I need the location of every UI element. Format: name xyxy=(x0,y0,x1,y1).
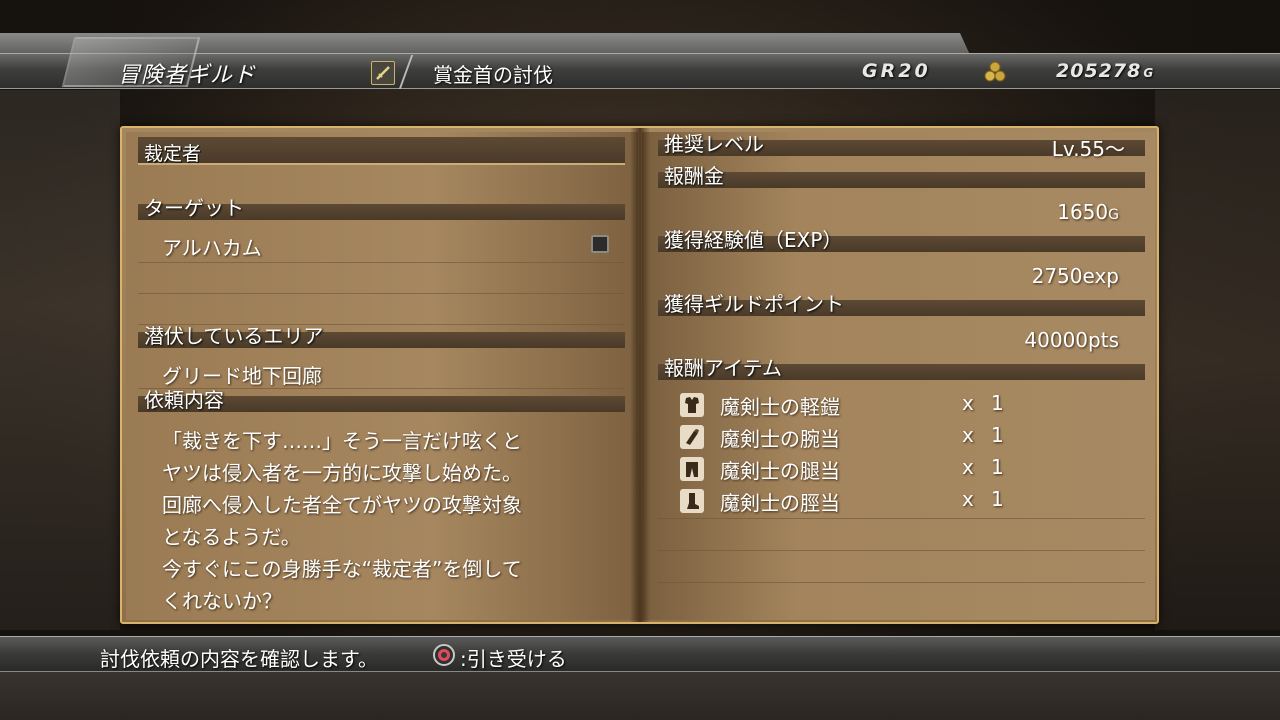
armor-icon xyxy=(680,393,704,417)
level-label: 推奨レベル xyxy=(664,132,764,156)
quest-book: 裁定者 ターゲット アルハカム 潜伏しているエリア グリード地下回廊 依頼内容 … xyxy=(120,126,1159,624)
help-message: 討伐依頼の内容を確認します。 xyxy=(100,647,378,671)
description-line: 「裁きを下す……」そう一言だけ呟くと xyxy=(162,429,522,453)
quest-name: 裁定者 xyxy=(138,137,625,165)
background-bookshelf-right xyxy=(1155,90,1280,630)
description-line: 回廊へ侵入した者全てがヤツの攻撃対象 xyxy=(162,493,522,517)
request-label: 依頼内容 xyxy=(144,388,224,412)
footer-bar: 討伐依頼の内容を確認します。 :引き受ける xyxy=(0,636,1280,672)
level-value: Lv.55～ xyxy=(1051,137,1125,161)
item-quantity: 1 xyxy=(991,487,1004,511)
gauntlet-icon xyxy=(680,425,704,449)
guild-rank: GR20 xyxy=(862,60,931,82)
circle-button-icon[interactable] xyxy=(433,644,455,666)
reward-item-row[interactable]: 魔剣士の軽鎧 x 1 xyxy=(680,391,1080,419)
reward-items-label: 報酬アイテム xyxy=(664,356,782,380)
item-name: 魔剣士の軽鎧 xyxy=(720,395,840,419)
header-bar: 冒険者ギルド 賞金首の討伐 GR20 205278 G xyxy=(0,33,1280,89)
item-name: 魔剣士の腕当 xyxy=(720,427,840,451)
reward-money-unit: G xyxy=(1108,207,1119,223)
description-line: 今すぐにこの身勝手な“裁定者”を倒して xyxy=(162,557,522,581)
reward-item-row[interactable]: 魔剣士の脛当 x 1 xyxy=(680,487,1080,515)
reward-money-value: 1650 xyxy=(1057,200,1109,224)
reward-money-label: 報酬金 xyxy=(664,164,724,188)
item-multiplier: x xyxy=(962,423,974,447)
item-quantity: 1 xyxy=(991,391,1004,415)
item-quantity: 1 xyxy=(991,455,1004,479)
page-rule xyxy=(138,262,625,263)
page-rule xyxy=(658,518,1145,519)
sword-icon xyxy=(371,61,395,85)
item-name: 魔剣士の腿当 xyxy=(720,459,840,483)
description-line: ヤツは侵入者を一方的に攻撃し始めた。 xyxy=(162,461,522,485)
target-name: アルハカム xyxy=(162,236,262,260)
guild-points-label: 獲得ギルドポイント xyxy=(664,292,844,316)
exp-label: 獲得経験値（EXP） xyxy=(664,228,843,252)
description-line: くれないか？ xyxy=(162,589,282,613)
description-line: となるようだ。 xyxy=(162,525,301,549)
section-header-bar xyxy=(658,172,1145,188)
exp-unit: exp xyxy=(1082,264,1119,288)
target-label: ターゲット xyxy=(144,196,244,220)
coin-icon xyxy=(984,61,1006,82)
page-rule xyxy=(138,293,625,294)
exp-reward: 2750exp xyxy=(1032,264,1119,288)
guild-points-value: 40000 xyxy=(1024,328,1089,352)
area-name: グリード地下回廊 xyxy=(162,364,322,388)
item-multiplier: x xyxy=(962,391,974,415)
reward-item-row[interactable]: 魔剣士の腕当 x 1 xyxy=(680,423,1080,451)
page-rule xyxy=(658,550,1145,551)
page-rule xyxy=(658,582,1145,583)
guild-points-unit: pts xyxy=(1088,328,1119,352)
background-floor xyxy=(0,670,1280,720)
book-spine xyxy=(630,128,650,622)
page-subtitle: 賞金首の討伐 xyxy=(433,63,553,87)
accept-action-label[interactable]: :引き受ける xyxy=(460,643,567,672)
item-quantity: 1 xyxy=(991,423,1004,447)
reward-money: 1650G xyxy=(1057,200,1119,224)
reward-item-row[interactable]: 魔剣士の腿当 x 1 xyxy=(680,455,1080,483)
background-wall-left xyxy=(0,90,120,630)
item-name: 魔剣士の脛当 xyxy=(720,491,840,515)
target-checkbox[interactable] xyxy=(591,235,609,253)
area-label: 潜伏しているエリア xyxy=(144,324,324,348)
guild-points-reward: 40000pts xyxy=(1024,328,1119,352)
money-display: 205278 G xyxy=(1056,60,1154,82)
item-multiplier: x xyxy=(962,455,974,479)
item-multiplier: x xyxy=(962,487,974,511)
exp-value: 2750 xyxy=(1031,264,1083,288)
money-value: 205278 xyxy=(1056,60,1142,82)
legguard-icon xyxy=(680,457,704,481)
boot-icon xyxy=(680,489,704,513)
page-title: 冒険者ギルド xyxy=(118,63,257,88)
money-unit: G xyxy=(1143,66,1155,80)
